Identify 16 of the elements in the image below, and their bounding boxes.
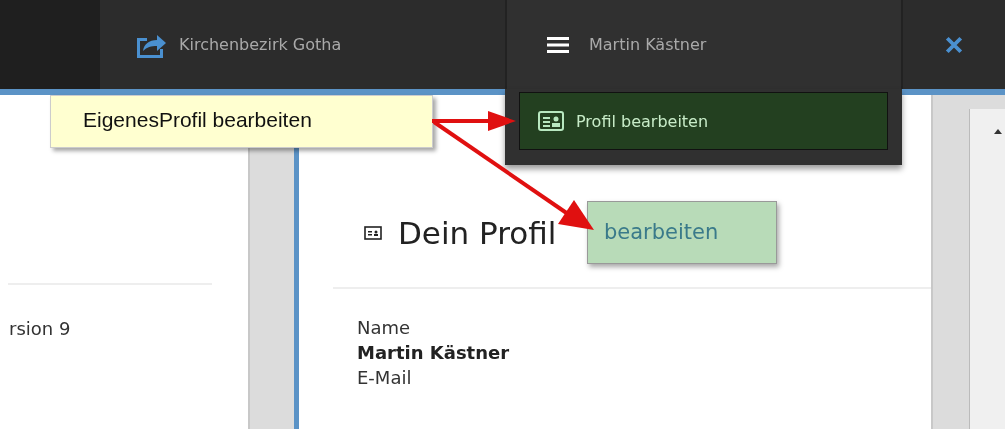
user-menu[interactable]: Martin Kästner [505, 0, 903, 89]
menu-icon [547, 36, 569, 53]
scroll-up-icon[interactable] [994, 129, 1002, 134]
version-text: rsion 9 [8, 318, 72, 339]
field-value: Martin Kästner [357, 341, 511, 365]
field-label: E-Mail [357, 366, 413, 390]
callout-note: EigenesProfil bearbeiten [50, 95, 433, 148]
highlight-note: bearbeiten [587, 201, 777, 264]
id-card-icon [364, 226, 382, 240]
profile-title: Dein Profil [398, 215, 557, 251]
close-icon [945, 35, 963, 54]
id-card-icon [538, 111, 564, 131]
scrollbar[interactable] [969, 109, 1005, 429]
field-label: Name [357, 316, 412, 340]
menu-item[interactable]: Profil bearbeiten [519, 92, 888, 150]
organization-link[interactable]: Kirchenbezirk Gotha [100, 0, 505, 89]
